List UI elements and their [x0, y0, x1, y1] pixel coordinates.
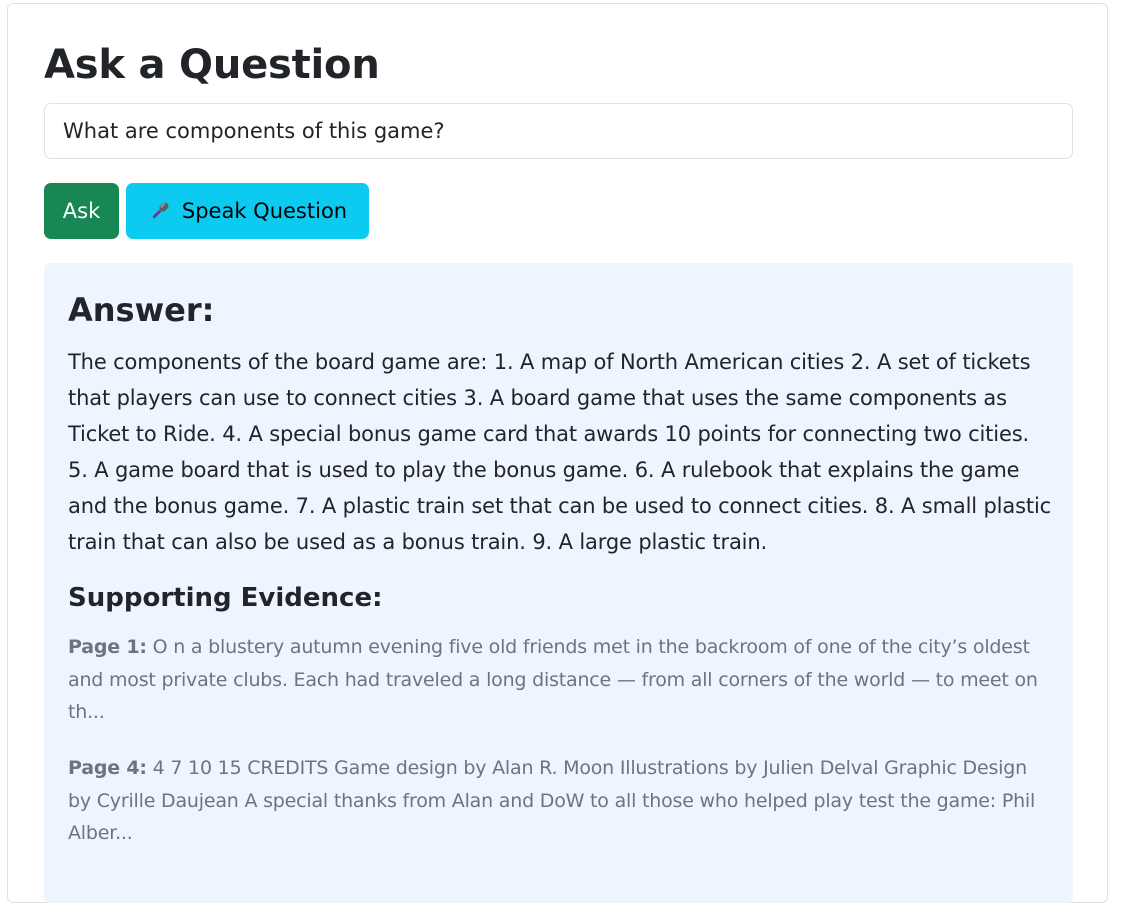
ask-button[interactable]: Ask	[44, 183, 119, 239]
question-card: Ask a Question Ask Speak Question Answer…	[7, 3, 1108, 903]
answer-heading: Answer:	[68, 291, 215, 329]
page-title: Ask a Question	[44, 42, 380, 88]
ask-button-label: Ask	[62, 199, 101, 223]
evidence-heading: Supporting Evidence:	[68, 583, 383, 613]
evidence-page-label: Page 4:	[68, 757, 147, 779]
evidence-snippet: O n a blustery autumn evening five old f…	[68, 636, 1038, 723]
evidence-item: Page 1: O n a blustery autumn evening fi…	[68, 631, 1053, 729]
speak-question-label: Speak Question	[181, 199, 348, 223]
evidence-snippet: 4 7 10 15 CREDITS Game design by Alan R.…	[68, 757, 1036, 844]
evidence-page-label: Page 1:	[68, 636, 147, 658]
question-input[interactable]	[44, 103, 1073, 159]
answer-panel: Answer: The components of the board game…	[44, 263, 1073, 903]
evidence-item: Page 4: 4 7 10 15 CREDITS Game design by…	[68, 752, 1053, 850]
answer-text: The components of the board game are: 1.…	[68, 350, 1052, 554]
speak-question-button[interactable]: Speak Question	[126, 183, 369, 239]
microphone-icon	[148, 199, 172, 223]
